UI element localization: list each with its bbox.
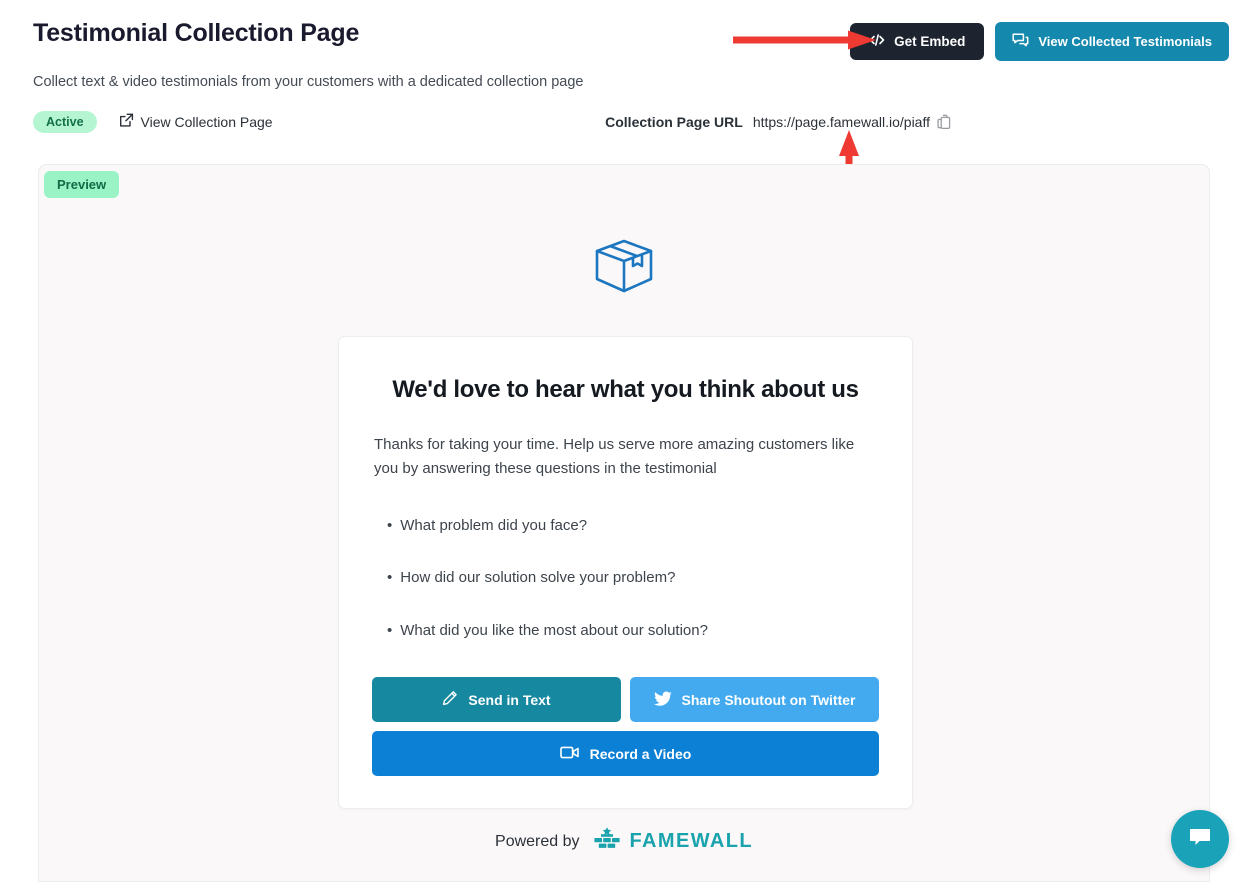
- list-item: • How did our solution solve your proble…: [387, 567, 879, 590]
- package-box-icon: [39, 237, 1209, 295]
- question-list: • What problem did you face? • How did o…: [372, 515, 879, 643]
- get-embed-label: Get Embed: [894, 34, 966, 49]
- pencil-icon: [442, 690, 458, 709]
- chat-widget-button[interactable]: [1171, 810, 1229, 868]
- famewall-brand-name: FAMEWALL: [629, 830, 753, 852]
- bullet-marker: •: [387, 516, 393, 534]
- card-heading: We'd love to hear what you think about u…: [392, 376, 859, 403]
- powered-by-footer: Powered by FAMEWALL: [39, 826, 1209, 857]
- question-text: What did you like the most about our sol…: [400, 621, 708, 639]
- chat-bubbles-icon: [1012, 32, 1029, 51]
- bullet-marker: •: [387, 621, 393, 639]
- code-icon: [869, 33, 885, 50]
- get-embed-button[interactable]: Get Embed: [850, 23, 985, 60]
- list-item: • What did you like the most about our s…: [387, 620, 879, 643]
- status-row: Active View Collection Page Collection P…: [33, 108, 1217, 136]
- collection-url-value: https://page.famewall.io/piaff: [752, 114, 930, 130]
- bullet-marker: •: [387, 569, 393, 587]
- chat-bubble-icon: [1186, 824, 1214, 855]
- collection-url-label: Collection Page URL: [605, 114, 743, 130]
- question-text: What problem did you face?: [400, 516, 588, 534]
- record-a-video-label: Record a Video: [589, 745, 692, 762]
- primary-action-row: Send in Text Share Shoutout on Twitter: [372, 677, 879, 723]
- card-description: Thanks for taking your time. Help us ser…: [374, 436, 855, 478]
- list-item: • What problem did you face?: [387, 515, 879, 538]
- powered-by-text: Powered by: [495, 832, 580, 850]
- view-collected-testimonials-button[interactable]: View Collected Testimonials: [995, 22, 1229, 61]
- send-in-text-label: Send in Text: [468, 691, 551, 708]
- question-text: How did our solution solve your problem?: [400, 569, 676, 587]
- view-collection-page-label: View Collection Page: [140, 114, 273, 130]
- external-link-icon: [119, 113, 134, 131]
- famewall-brand: FAMEWALL: [593, 826, 753, 857]
- share-on-twitter-button[interactable]: Share Shoutout on Twitter: [630, 677, 879, 723]
- copy-icon[interactable]: [937, 114, 952, 130]
- preview-panel: Preview We'd love to hear what you think…: [38, 164, 1210, 882]
- share-on-twitter-label: Share Shoutout on Twitter: [681, 691, 856, 708]
- status-badge: Active: [33, 110, 97, 134]
- view-collection-page-link[interactable]: View Collection Page: [119, 113, 273, 131]
- header-actions: Get Embed View Collected Testimonials: [850, 22, 1229, 61]
- page-subtitle: Collect text & video testimonials from y…: [33, 74, 584, 90]
- video-camera-icon: [559, 745, 580, 763]
- preview-badge: Preview: [44, 171, 120, 198]
- record-a-video-button[interactable]: Record a Video: [372, 731, 879, 777]
- twitter-icon: [653, 691, 672, 709]
- collection-url-group: Collection Page URL https://page.famewal…: [605, 114, 1217, 130]
- send-in-text-button[interactable]: Send in Text: [372, 677, 621, 723]
- famewall-logo-icon: [593, 826, 621, 857]
- testimonial-card: We'd love to hear what you think about u…: [338, 336, 913, 810]
- view-collected-testimonials-label: View Collected Testimonials: [1038, 34, 1212, 49]
